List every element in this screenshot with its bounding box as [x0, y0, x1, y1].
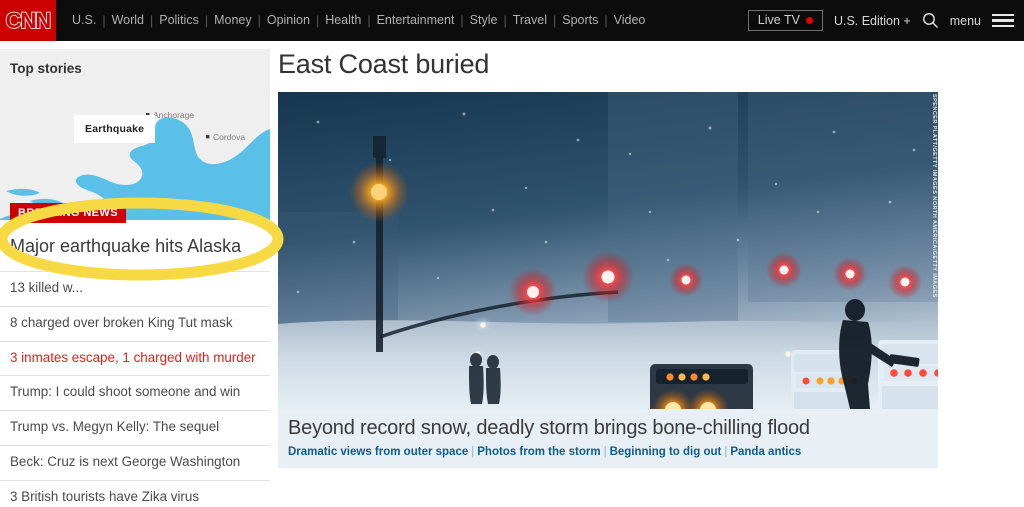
menu-label[interactable]: menu: [950, 14, 981, 28]
lead-story-headline[interactable]: Major earthquake hits Alaska: [0, 220, 270, 271]
main-content-column: East Coast buried SPENCER PLATT/GETTY IM…: [278, 49, 938, 468]
map-city-cordova: Cordova: [213, 132, 245, 142]
map-earthquake-label: Earthquake: [74, 115, 156, 143]
related-link-outer-space[interactable]: Dramatic views from outer space: [288, 446, 468, 458]
story-text: Trump: I could shoot someone and win: [10, 384, 241, 400]
nav-link-travel[interactable]: Travel: [507, 0, 553, 41]
nav-links: U.S. | World | Politics | Money | Opinio…: [66, 0, 651, 41]
photo-caption-bar: Beyond record snow, deadly storm brings …: [278, 409, 938, 468]
map-city-anchorage: Anchorage: [153, 110, 194, 120]
list-item[interactable]: 3 inmates escape, 1 charged with murder: [0, 340, 270, 376]
nav-link-us[interactable]: U.S.: [66, 0, 102, 41]
top-navigation-bar: CNN U.S. | World | Politics | Money | Op…: [0, 0, 1024, 41]
top-stories-title: Top stories: [10, 61, 82, 76]
link-separator: |: [724, 446, 728, 458]
snow-plow-truck: [645, 364, 753, 409]
list-item[interactable]: Trump: I could shoot someone and win: [0, 375, 270, 410]
story-text: 3 inmates escape, 1 charged with murder: [10, 349, 256, 365]
cnn-logo[interactable]: CNN: [0, 0, 56, 41]
link-separator: |: [603, 446, 607, 458]
related-link-photos-storm[interactable]: Photos from the storm: [477, 446, 600, 458]
caption-headline[interactable]: Beyond record snow, deadly storm brings …: [288, 417, 928, 440]
cnn-homepage: CNN U.S. | World | Politics | Money | Op…: [0, 0, 1024, 507]
story-list: 13 killed w... 8 charged over broken Kin…: [0, 271, 270, 507]
page-title: East Coast buried: [278, 49, 490, 79]
top-stories-header: Top stories: [0, 49, 270, 99]
related-link-dig-out[interactable]: Beginning to dig out: [610, 446, 722, 458]
photo-credit: SPENCER PLATT/GETTY IMAGES NORTH AMERICA…: [931, 94, 937, 298]
list-item[interactable]: 3 British tourists have Zika virus: [0, 479, 270, 507]
nav-link-opinion[interactable]: Opinion: [261, 0, 316, 41]
story-text: Trump vs. Megyn Kelly: The sequel: [10, 419, 220, 434]
nav-link-money[interactable]: Money: [208, 0, 258, 41]
nav-link-sports[interactable]: Sports: [556, 0, 604, 41]
nav-right-controls: Live TV U.S. Edition + menu: [747, 0, 1014, 41]
nav-link-world[interactable]: World: [106, 0, 150, 41]
lead-photo[interactable]: SPENCER PLATT/GETTY IMAGES NORTH AMERICA…: [278, 92, 938, 409]
nav-link-style[interactable]: Style: [464, 0, 504, 41]
breaking-news-badge: BREAKING NEWS: [10, 203, 126, 223]
list-item[interactable]: Beck: Cruz is next George Washington: [0, 444, 270, 480]
nav-link-entertainment[interactable]: Entertainment: [371, 0, 461, 41]
search-icon[interactable]: [922, 12, 939, 29]
list-item[interactable]: Trump vs. Megyn Kelly: The sequel: [0, 410, 270, 445]
story-text: 13 killed w...: [10, 280, 83, 295]
nav-link-video[interactable]: Video: [608, 0, 652, 41]
lead-photo-graphic: [278, 92, 938, 409]
link-separator: |: [471, 446, 475, 458]
hamburger-icon[interactable]: [992, 13, 1014, 28]
live-tv-button[interactable]: Live TV: [747, 9, 823, 32]
right-bus: [878, 340, 938, 409]
live-tv-label: Live TV: [757, 12, 800, 27]
list-item[interactable]: 13 killed w...: [0, 271, 270, 306]
story-text: Beck: Cruz is next George Washington: [10, 453, 241, 469]
story-text: 3 British tourists have Zika virus: [10, 488, 200, 504]
nav-link-health[interactable]: Health: [319, 0, 367, 41]
live-indicator-dot: [805, 17, 813, 24]
cnn-logo-text: CNN: [5, 7, 52, 34]
list-item[interactable]: 8 charged over broken King Tut mask: [0, 305, 270, 341]
edition-selector[interactable]: U.S. Edition +: [834, 14, 911, 28]
caption-related-links: Dramatic views from outer space | Photos f…: [288, 446, 928, 458]
nav-link-politics[interactable]: Politics: [153, 0, 205, 41]
top-stories-sidebar: Top stories Anchorage Cordova Kodiak: [0, 49, 270, 507]
story-text: 8 charged over broken King Tut mask: [10, 314, 233, 330]
related-link-panda-antics[interactable]: Panda antics: [730, 446, 801, 458]
